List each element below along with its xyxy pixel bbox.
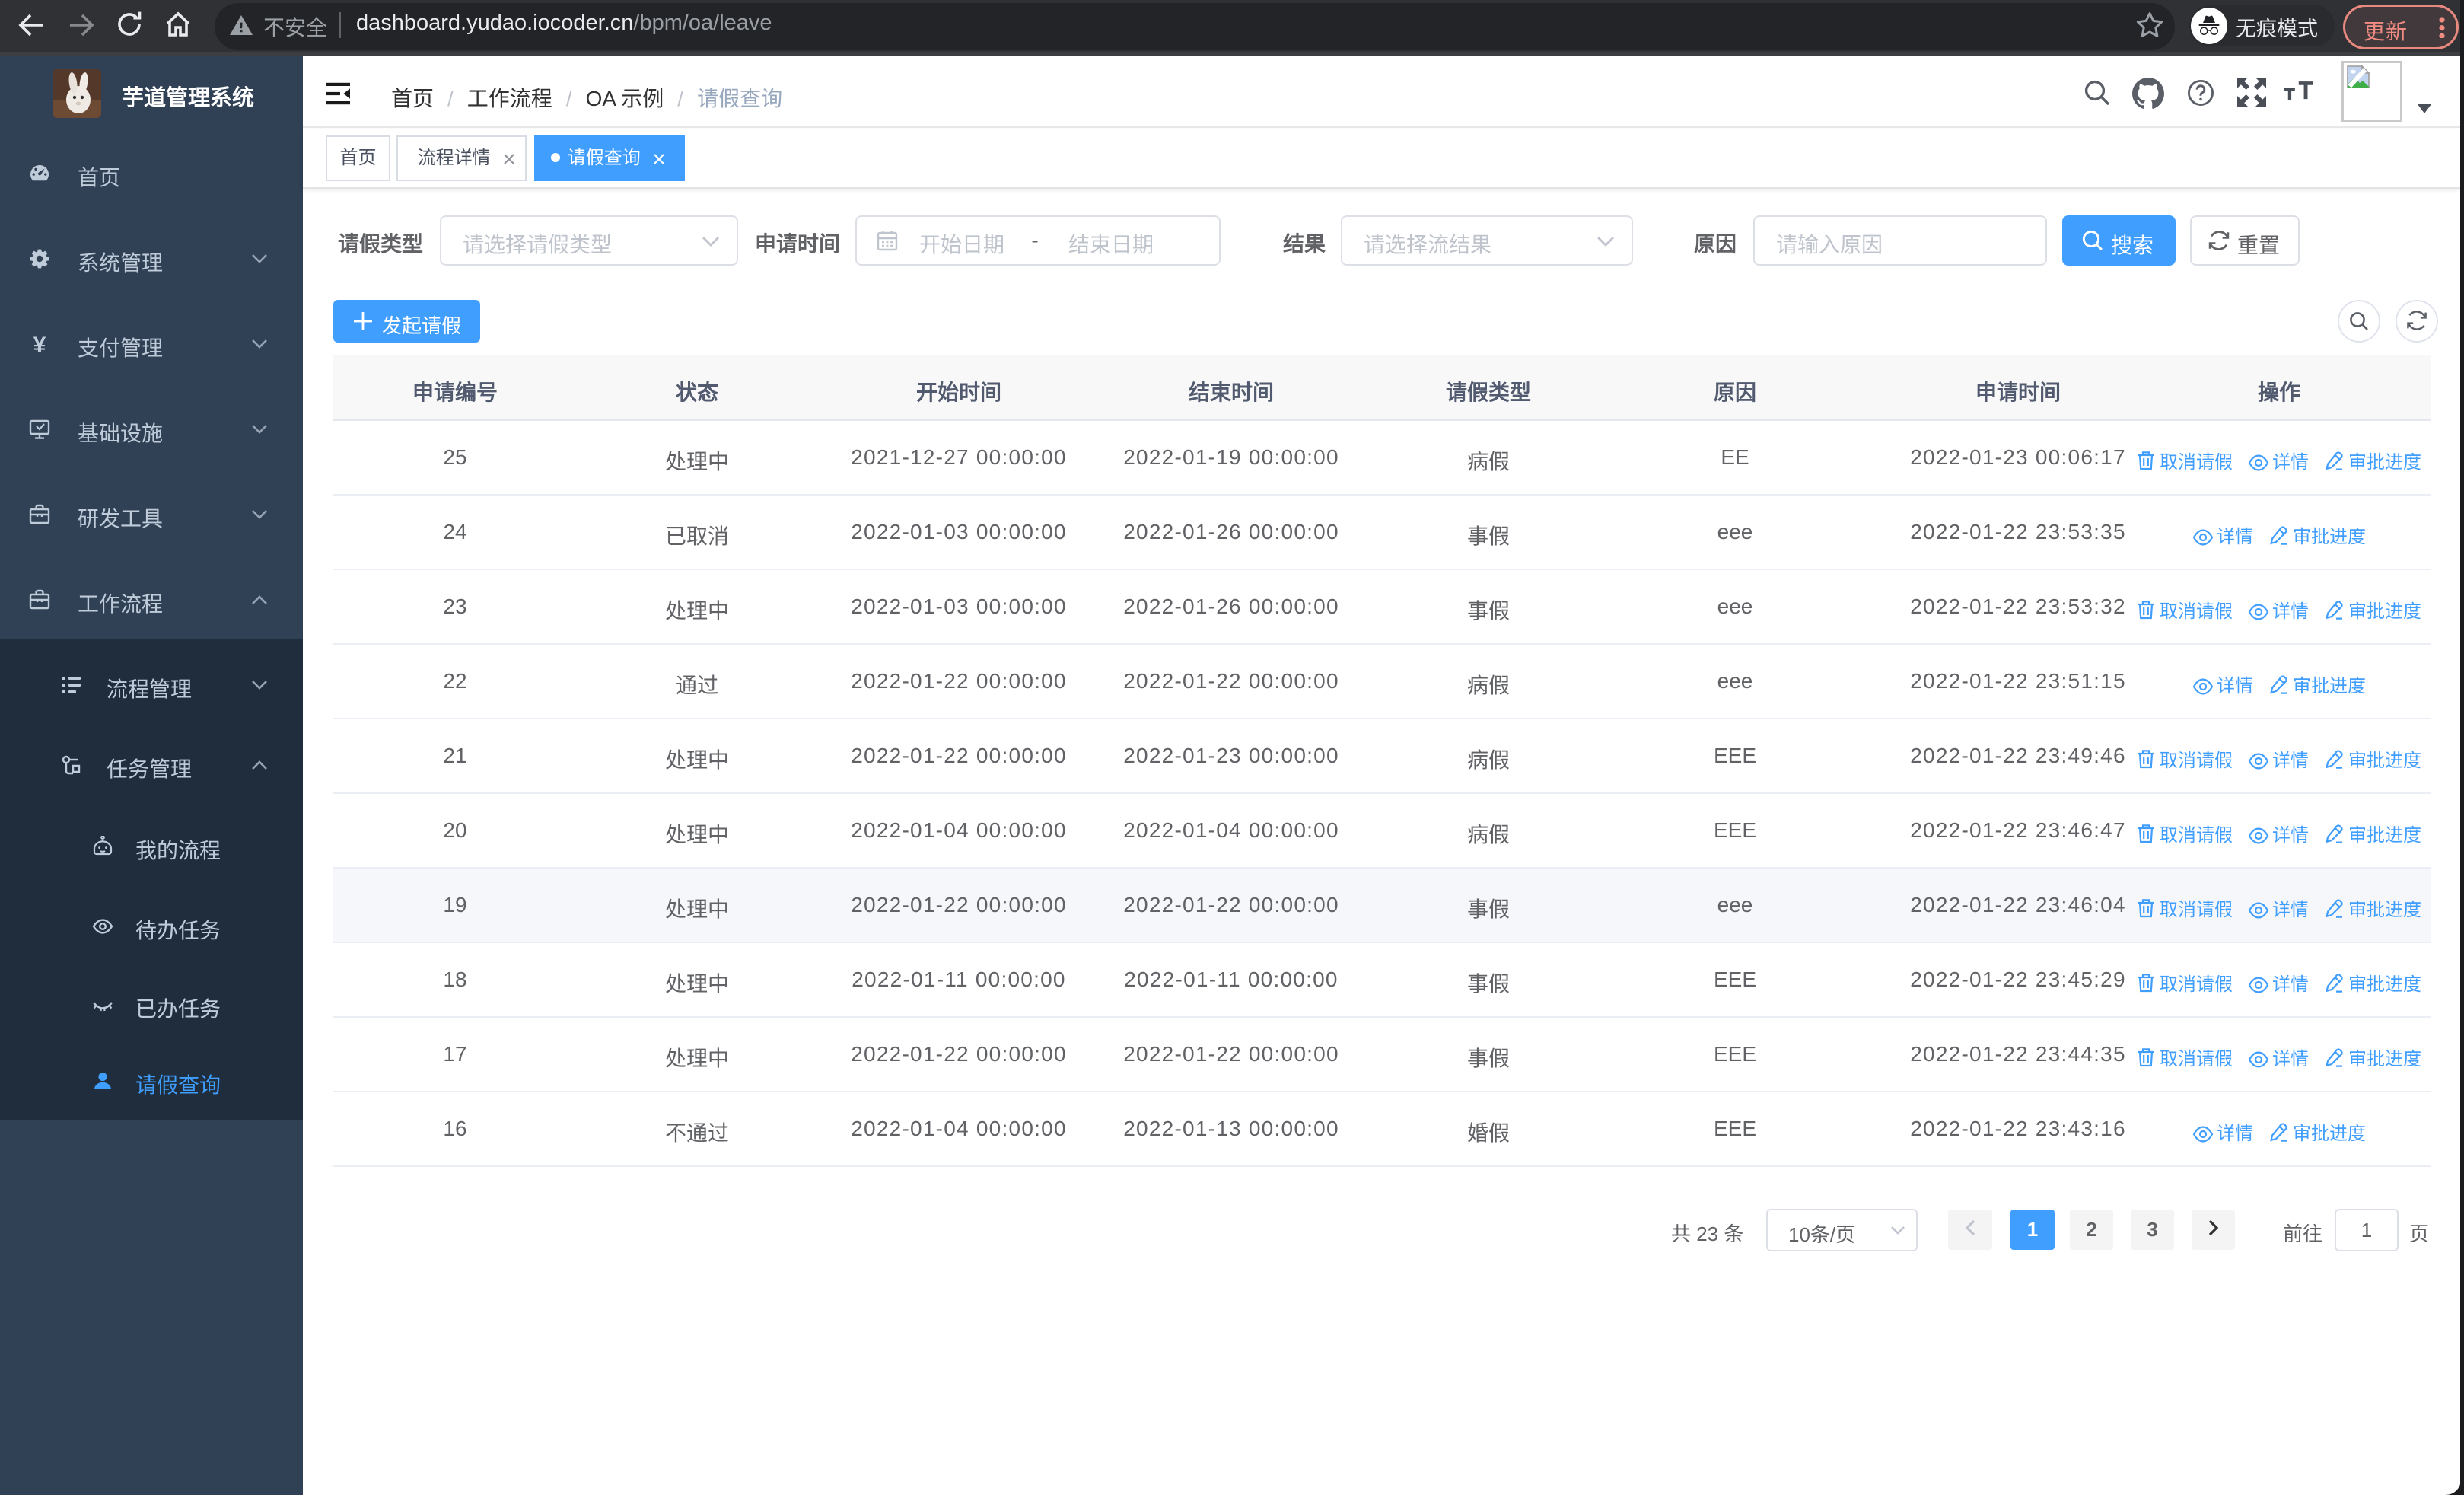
svg-text:¥: ¥	[33, 333, 46, 355]
